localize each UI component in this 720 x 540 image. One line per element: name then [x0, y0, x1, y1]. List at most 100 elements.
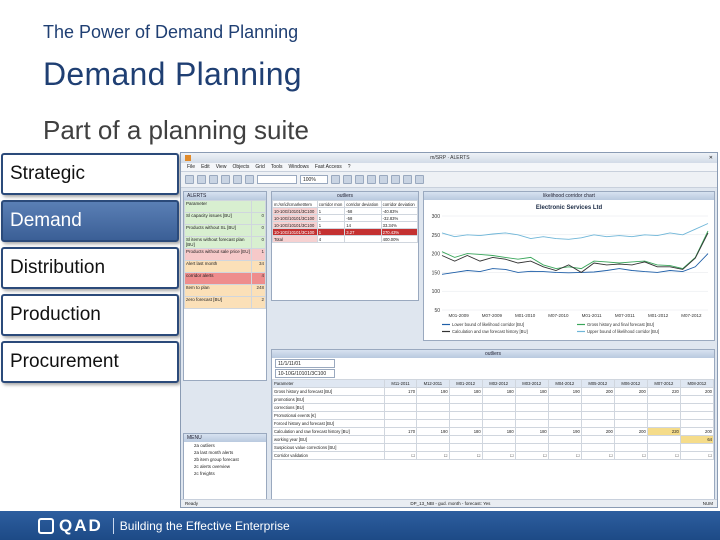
- menu-grid[interactable]: Grid: [255, 164, 264, 170]
- alert-row[interactable]: zero forecast [BU] 2: [184, 296, 266, 309]
- alert-row[interactable]: Products without SL [BU] 0: [184, 224, 266, 237]
- grid-cell[interactable]: [514, 419, 549, 428]
- grid-icon[interactable]: [367, 175, 376, 184]
- grid-cell[interactable]: ☐: [448, 451, 483, 460]
- grid-cell[interactable]: [580, 419, 615, 428]
- menu-panel-item[interactable]: 2c freights: [184, 470, 266, 477]
- open-icon[interactable]: [197, 175, 206, 184]
- new-icon[interactable]: [185, 175, 194, 184]
- outliers-header[interactable]: corridor mon: [316, 200, 346, 208]
- close-icon[interactable]: ✕: [709, 155, 713, 161]
- menu-objects[interactable]: Objects: [232, 164, 249, 170]
- grid-cell[interactable]: [679, 403, 715, 412]
- menu-panel-item[interactable]: 2b item group forecast: [184, 456, 266, 463]
- menu-help[interactable]: ?: [348, 164, 351, 170]
- grid-cell[interactable]: ☐: [646, 451, 681, 460]
- grid-cell[interactable]: 180: [514, 427, 549, 436]
- grid-cell[interactable]: ☐: [416, 451, 450, 460]
- grid-cell[interactable]: 200: [679, 387, 715, 396]
- grid-cell[interactable]: [514, 395, 549, 404]
- grid-cell[interactable]: 180: [514, 387, 549, 396]
- grid-cell[interactable]: [679, 443, 715, 452]
- grid-cell[interactable]: 220: [646, 427, 681, 436]
- settings-icon[interactable]: [415, 175, 424, 184]
- grid-filter-a[interactable]: 11/1/11/01: [275, 359, 335, 368]
- outlier-row[interactable]: 10-10G/10101/3C100 1 14 33.34%: [272, 221, 419, 229]
- grid-cell[interactable]: 180: [448, 427, 483, 436]
- refresh-icon[interactable]: [403, 175, 412, 184]
- grid-cell[interactable]: ☐: [547, 451, 582, 460]
- grid-cell[interactable]: 220: [646, 387, 681, 396]
- outliers-header[interactable]: corridor deviation: [344, 200, 382, 208]
- grid-cell[interactable]: [383, 443, 418, 452]
- grid-header[interactable]: M04-2012: [547, 379, 582, 388]
- grid-cell[interactable]: 200: [679, 427, 715, 436]
- alert-row[interactable]: Sl capacity issues [BU] 0: [184, 212, 266, 225]
- copy-icon[interactable]: [245, 175, 254, 184]
- grid-cell[interactable]: ☐: [514, 451, 549, 460]
- grid-cell[interactable]: [613, 435, 648, 444]
- zoom-in-icon[interactable]: [331, 175, 340, 184]
- grid-cell[interactable]: ☐: [679, 451, 715, 460]
- grid-cell[interactable]: [547, 411, 582, 420]
- grid-cell[interactable]: [448, 403, 483, 412]
- grid-cell[interactable]: 200: [580, 427, 615, 436]
- grid-cell[interactable]: [481, 395, 516, 404]
- grid-header[interactable]: M01-2012: [448, 379, 483, 388]
- grid-cell[interactable]: [646, 435, 681, 444]
- grid-cell[interactable]: [613, 411, 648, 420]
- grid-cell[interactable]: 64: [679, 435, 715, 444]
- grid-cell[interactable]: [481, 403, 516, 412]
- grid-cell[interactable]: [580, 411, 615, 420]
- grid-cell[interactable]: [481, 411, 516, 420]
- grid-cell[interactable]: [613, 395, 648, 404]
- grid-cell[interactable]: [448, 411, 483, 420]
- outliers-header[interactable]: corridor deviation: [380, 200, 419, 208]
- cut-icon[interactable]: [233, 175, 242, 184]
- grid-cell[interactable]: 170: [383, 427, 418, 436]
- grid-cell[interactable]: [416, 443, 450, 452]
- grid-header[interactable]: M05-2012: [580, 379, 615, 388]
- grid-cell[interactable]: [383, 435, 418, 444]
- grid-header[interactable]: M06-2012: [613, 379, 648, 388]
- menu-file[interactable]: File: [187, 164, 195, 170]
- grid-cell[interactable]: ☐: [580, 451, 615, 460]
- grid-cell[interactable]: [416, 435, 450, 444]
- menu-windows[interactable]: Windows: [289, 164, 309, 170]
- chart-icon[interactable]: [355, 175, 364, 184]
- save-icon[interactable]: [209, 175, 218, 184]
- grid-cell[interactable]: [416, 395, 450, 404]
- menu-panel-item[interactable]: 2a outliers: [184, 442, 266, 449]
- outlier-row[interactable]: 10-10G/10101/3C100 1 -58 -40.83%: [272, 207, 419, 215]
- grid-header[interactable]: M08-2012: [679, 379, 715, 388]
- grid-cell[interactable]: [416, 403, 450, 412]
- grid-cell[interactable]: 200: [613, 427, 648, 436]
- grid-cell[interactable]: [613, 443, 648, 452]
- grid-cell[interactable]: [416, 411, 450, 420]
- grid-cell[interactable]: 180: [481, 387, 516, 396]
- grid-cell[interactable]: ☐: [613, 451, 648, 460]
- grid-cell[interactable]: 200: [613, 387, 648, 396]
- grid-cell[interactable]: [416, 419, 450, 428]
- grid-cell[interactable]: ☐: [383, 451, 418, 460]
- grid-cell[interactable]: [547, 395, 582, 404]
- print-icon[interactable]: [221, 175, 230, 184]
- filter-icon[interactable]: [379, 175, 388, 184]
- zoom-out-icon[interactable]: [343, 175, 352, 184]
- grid-cell[interactable]: [580, 395, 615, 404]
- grid-cell[interactable]: 180: [448, 387, 483, 396]
- outlier-row[interactable]: 10-10G/10101/3C100 1 3.27 270.43%: [272, 228, 419, 236]
- menu-tools[interactable]: Tools: [271, 164, 283, 170]
- grid-cell[interactable]: [679, 411, 715, 420]
- grid-cell[interactable]: [481, 435, 516, 444]
- grid-cell[interactable]: 190: [416, 427, 450, 436]
- grid-cell[interactable]: [646, 443, 681, 452]
- grid-cell[interactable]: [383, 411, 418, 420]
- grid-cell[interactable]: [547, 435, 582, 444]
- grid-cell[interactable]: [547, 403, 582, 412]
- grid-cell[interactable]: ☐: [481, 451, 516, 460]
- grid-header[interactable]: M02-2012: [481, 379, 516, 388]
- alert-row[interactable]: Parameter: [184, 200, 266, 213]
- zoom-select[interactable]: 100%: [300, 175, 328, 184]
- grid-cell[interactable]: [448, 435, 483, 444]
